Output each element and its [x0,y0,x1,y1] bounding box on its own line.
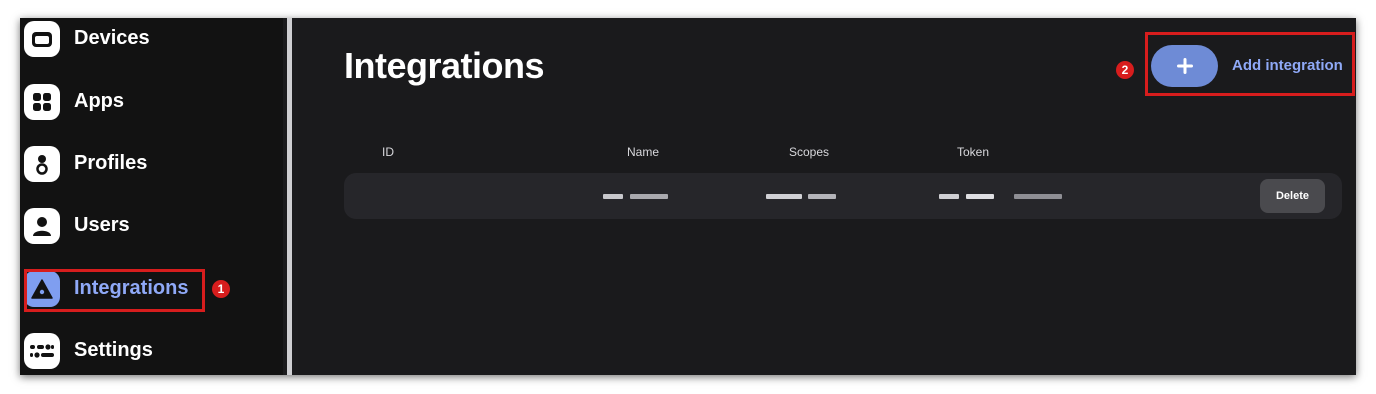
profiles-icon [24,146,60,182]
annotation-box-2 [1145,32,1355,96]
sidebar-item-profiles[interactable]: Profiles [20,139,283,189]
sidebar-item-settings[interactable]: Settings [20,326,283,375]
user-icon [24,208,60,244]
column-header-scopes: Scopes [789,145,830,159]
sidebar-divider[interactable] [283,18,298,375]
sidebar-item-label: Devices [74,27,150,49]
delete-button[interactable]: Delete [1260,179,1325,213]
sidebar-item-label: Profiles [74,152,148,174]
sidebar-item-label: Settings [74,339,153,361]
table-row: Delete [344,173,1342,219]
page-title: Integrations [344,45,545,86]
sidebar-item-users[interactable]: Users [20,201,283,251]
app-window: Devices Apps Profiles Users Integrations… [20,18,1356,375]
annotation-box-1 [24,269,205,312]
apps-grid-icon [24,84,60,120]
sidebar-item-label: Users [74,214,130,236]
column-header-id: ID [382,145,394,159]
settings-icon [24,333,60,369]
sidebar: Devices Apps Profiles Users Integrations… [20,18,283,375]
column-header-name: Name [627,145,660,159]
sidebar-item-apps[interactable]: Apps [20,77,283,127]
annotation-badge-2: 2 [1116,61,1134,79]
sidebar-item-devices[interactable]: Devices [20,18,283,64]
sidebar-item-label: Apps [74,90,124,112]
device-icon [24,21,60,57]
column-header-token: Token [957,145,990,159]
annotation-badge-1: 1 [212,280,230,298]
